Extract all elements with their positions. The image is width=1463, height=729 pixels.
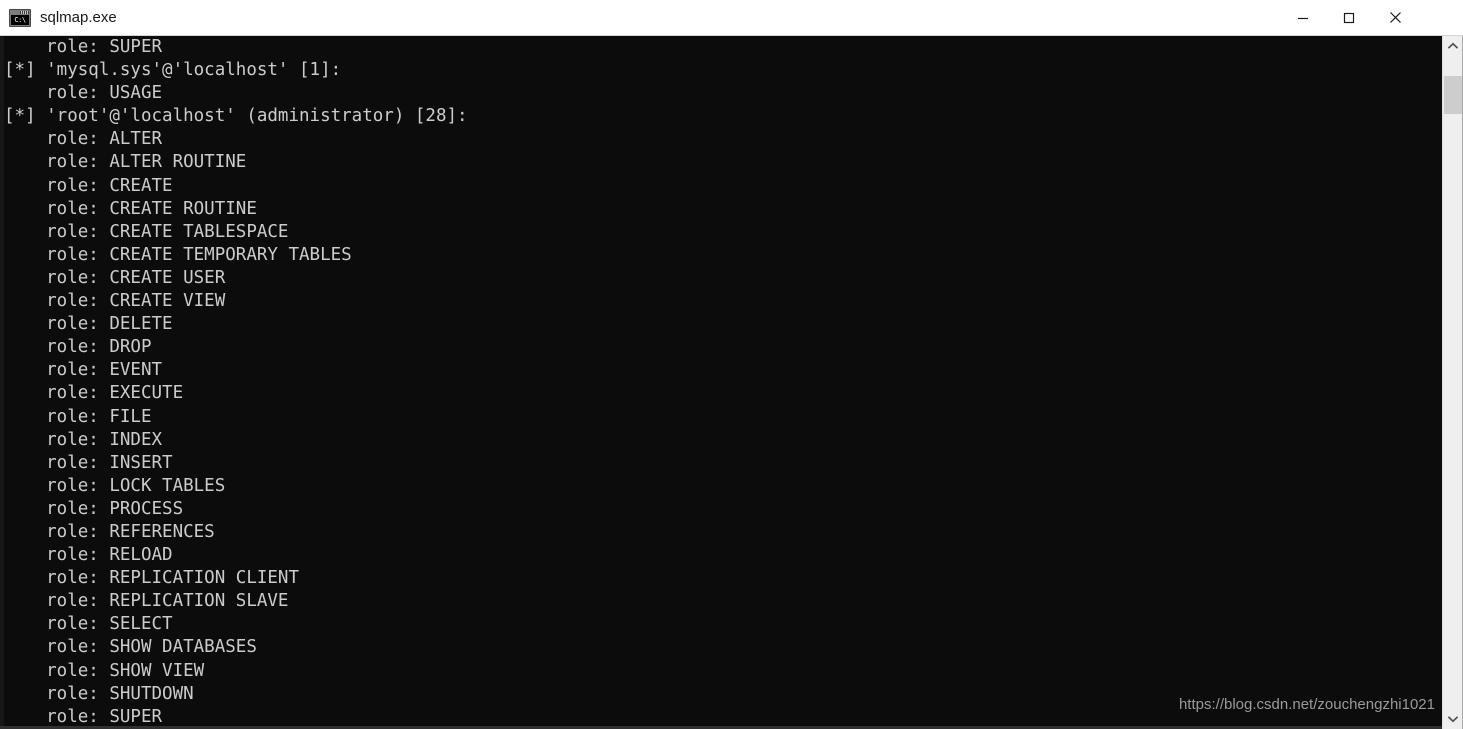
- terminal-line: role: EXECUTE: [4, 383, 184, 404]
- terminal-line: role: SHOW VIEW: [4, 660, 205, 681]
- watermark-text: https://blog.csdn.net/zouchengzhi1021: [1178, 696, 1435, 713]
- terminal-line: role: REPLICATION CLIENT: [4, 568, 300, 589]
- vertical-scrollbar[interactable]: [1442, 36, 1463, 729]
- close-button[interactable]: [1372, 0, 1418, 35]
- terminal-line: role: USAGE: [4, 83, 163, 104]
- terminal-line: role: INDEX: [4, 429, 163, 450]
- terminal-line: role: CREATE ROUTINE: [4, 198, 257, 219]
- terminal-line: role: FILE: [4, 406, 152, 427]
- terminal-line: role: SELECT: [4, 614, 173, 635]
- maximize-button[interactable]: [1326, 0, 1372, 35]
- terminal-line: role: EVENT: [4, 360, 163, 381]
- maximize-icon: [1343, 12, 1355, 23]
- terminal-line: role: CREATE TABLESPACE: [4, 221, 289, 242]
- minimize-button[interactable]: [1280, 0, 1326, 35]
- terminal-line: [*] 'mysql.sys'@'localhost' [1]:: [4, 60, 342, 81]
- terminal-line: role: PROCESS: [4, 498, 184, 519]
- scroll-up-arrow-icon: [1448, 42, 1458, 49]
- terminal-line: role: RELOAD: [4, 545, 173, 566]
- terminal-line: role: REFERENCES: [4, 521, 215, 542]
- terminal-line: role: REPLICATION SLAVE: [4, 591, 289, 612]
- terminal-line: role: CREATE TEMPORARY TABLES: [4, 244, 352, 265]
- terminal-line: role: LOCK TABLES: [4, 475, 226, 496]
- title-bar[interactable]: C:\ sqlmap.exe: [0, 0, 1463, 36]
- terminal-line: role: CREATE VIEW: [4, 291, 226, 312]
- scroll-down-arrow-icon: [1448, 716, 1458, 723]
- title-icon-text: C:\: [11, 14, 29, 25]
- terminal-line: [*] 'root'@'localhost' (administrator) […: [4, 106, 468, 127]
- terminal-line: role: ALTER: [4, 129, 163, 150]
- terminal-line: role: INSERT: [4, 452, 173, 473]
- terminal-line: role: DROP: [4, 337, 152, 358]
- minimize-icon: [1298, 17, 1308, 19]
- scroll-thumb[interactable]: [1444, 76, 1463, 114]
- scroll-down-button[interactable]: [1443, 709, 1463, 729]
- terminal-line: role: CREATE: [4, 175, 173, 196]
- console-output-area[interactable]: role: SUPER [*] 'mysql.sys'@'localhost' […: [0, 36, 1463, 729]
- window-title: sqlmap.exe: [40, 8, 117, 26]
- title-icon-dots: [20, 10, 29, 14]
- terminal-line: role: SHOW DATABASES: [4, 637, 257, 658]
- terminal-line: role: DELETE: [4, 314, 173, 335]
- console-window: C:\ sqlmap.exe role: SUPER [*] 'mysql.sys…: [0, 0, 1463, 729]
- scroll-up-button[interactable]: [1443, 36, 1463, 56]
- terminal-line: role: SUPER: [4, 37, 163, 57]
- terminal-line: role: ALTER ROUTINE: [4, 152, 247, 173]
- terminal-text: role: SUPER [*] 'mysql.sys'@'localhost' […: [4, 36, 1429, 729]
- cmd-console-icon: C:\: [9, 8, 31, 27]
- close-icon: [1389, 12, 1401, 23]
- terminal-line: role: CREATE USER: [4, 267, 226, 288]
